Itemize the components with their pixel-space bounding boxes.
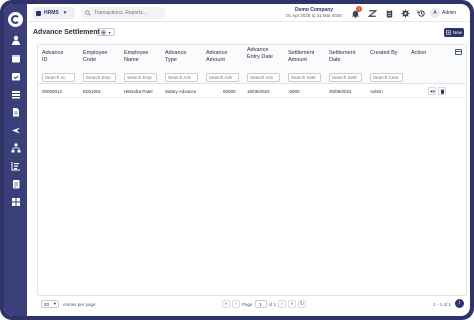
per-page-label: entries per page	[63, 302, 96, 307]
app-window: HRMS ▾ Demo Company 01 Apr 2025 to 31 Ma…	[4, 4, 470, 316]
chevron-down-icon: ▾	[53, 301, 56, 306]
page-of-label: of 1	[268, 301, 277, 307]
bell-icon[interactable]: 1	[350, 6, 362, 18]
list-icon	[101, 30, 106, 34]
new-button[interactable]: New	[444, 28, 464, 37]
last-page-button[interactable]: »	[288, 300, 297, 308]
pager: « ‹ Page 1 of 1 › » ↻	[222, 299, 307, 309]
filter-created-by[interactable]	[370, 73, 403, 82]
notification-badge: 1	[356, 6, 362, 12]
app-logo[interactable]	[8, 12, 23, 27]
header-settlement-date[interactable]: Settlement Date	[329, 50, 355, 64]
new-button-label: New	[452, 30, 462, 35]
module-icon	[36, 10, 41, 16]
next-page-button[interactable]: ›	[278, 300, 287, 308]
record-range: 1 - 1 of 1	[433, 302, 451, 307]
table-header: Advance ID Employee Code Employee Name Adva…	[38, 45, 466, 84]
filter-advance-amount[interactable]	[206, 73, 239, 82]
header-created-by[interactable]: Created By	[370, 50, 398, 57]
module-switcher[interactable]: HRMS ▾	[33, 7, 75, 19]
refresh-icon[interactable]: ↻	[298, 300, 307, 308]
cell-settlement-amount: -5000	[288, 89, 300, 94]
first-page-button[interactable]: «	[222, 300, 230, 308]
header-employee-code[interactable]: Employee Code	[83, 50, 107, 64]
person-icon[interactable]	[10, 34, 21, 45]
cell-created-by: Admin	[370, 89, 383, 94]
page-title: Advance Settlement	[33, 29, 100, 36]
per-page-value: 20	[44, 301, 50, 307]
window-frame: HRMS ▾ Demo Company 01 Apr 2025 to 31 Ma…	[0, 0, 474, 320]
avatar[interactable]: A	[430, 8, 440, 18]
search-icon	[85, 10, 91, 16]
search-input[interactable]	[94, 10, 164, 16]
header-advance-entry-date[interactable]: Advance Entry Date	[247, 47, 273, 61]
cell-advance-amount: 60000	[223, 89, 236, 94]
new-icon	[446, 30, 451, 35]
header-advance-id[interactable]: Advance ID	[42, 50, 63, 64]
header-advance-amount[interactable]: Advance Amount	[206, 50, 227, 64]
cell-employee-name: Hitendra Patel	[124, 89, 153, 94]
pagination-bar: 20 ▾ entries per page « ‹ Page 1 of 1 › …	[37, 297, 467, 311]
plane-icon[interactable]	[10, 124, 21, 135]
cell-advance-type: Salary Advance	[165, 89, 197, 94]
chevron-down-icon: ▾	[63, 10, 67, 16]
view-button[interactable]	[428, 87, 436, 95]
header-employee-name[interactable]: Employee Name	[124, 50, 148, 64]
module-label: HRMS	[44, 10, 59, 16]
filter-settlement-amount[interactable]	[288, 73, 321, 82]
clipboard-icon[interactable]	[384, 8, 394, 18]
eye-icon	[429, 89, 435, 93]
history-icon[interactable]	[416, 8, 426, 18]
org-chart-icon[interactable]	[10, 142, 21, 153]
header-advance-type[interactable]: Advance Type	[165, 50, 186, 64]
filter-advance-type[interactable]	[165, 73, 198, 82]
money-stack-icon[interactable]	[10, 88, 21, 99]
user-name[interactable]: Admin	[442, 10, 456, 16]
filter-employee-code[interactable]	[83, 73, 116, 82]
sidebar	[4, 4, 27, 316]
calendar-icon[interactable]	[10, 52, 21, 63]
column-settings-icon[interactable]	[455, 49, 462, 55]
filter-employee-name[interactable]	[124, 73, 157, 82]
grid-icon[interactable]	[10, 196, 21, 207]
gear-icon[interactable]	[400, 8, 410, 18]
view-toggle-button[interactable]: ▾	[97, 28, 115, 36]
filter-settlement-date[interactable]	[329, 73, 362, 82]
header-settlement-amount[interactable]: Settlement Amount	[288, 50, 314, 64]
prev-page-button[interactable]: ‹	[232, 300, 240, 308]
company-selector[interactable]: Demo Company 01 Apr 2025 to 31 Mar 2026	[272, 7, 356, 19]
cell-advance-entry-date: 18/09/2022	[247, 89, 270, 94]
cell-settlement-date: 30/09/2022	[329, 89, 352, 94]
calendar-check-icon[interactable]	[10, 70, 21, 81]
document-icon[interactable]	[10, 106, 21, 117]
help-icon[interactable]: i	[455, 299, 464, 308]
per-page-select[interactable]: 20 ▾	[41, 300, 59, 308]
top-bar: HRMS ▾ Demo Company 01 Apr 2025 to 31 Ma…	[27, 4, 470, 22]
page-number-input[interactable]: 1	[254, 300, 267, 308]
cell-employee-code: E001001	[83, 89, 102, 94]
financial-period: 01 Apr 2025 to 31 Mar 2026	[286, 13, 342, 18]
bar-list-icon[interactable]	[10, 160, 21, 171]
delete-button[interactable]	[438, 87, 446, 95]
trash-icon	[440, 89, 444, 94]
filter-advance-entry-date[interactable]	[247, 73, 280, 82]
z-logo-icon[interactable]	[367, 8, 377, 18]
file-text-icon[interactable]	[10, 178, 21, 189]
settlement-table: Advance ID Employee Code Employee Name Adva…	[37, 44, 467, 296]
page-header: Advance Settlement ▾ New	[27, 22, 470, 42]
cell-advance-id: 00000012	[42, 89, 63, 94]
page-label: Page	[242, 301, 253, 307]
table-row[interactable]: 00000012 E001001 Hitendra Patel Salary A…	[38, 84, 466, 98]
header-action: Action	[411, 50, 427, 56]
chevron-down-icon: ▾	[108, 29, 111, 35]
global-search[interactable]	[81, 7, 165, 19]
filter-advance-id[interactable]	[42, 73, 75, 82]
